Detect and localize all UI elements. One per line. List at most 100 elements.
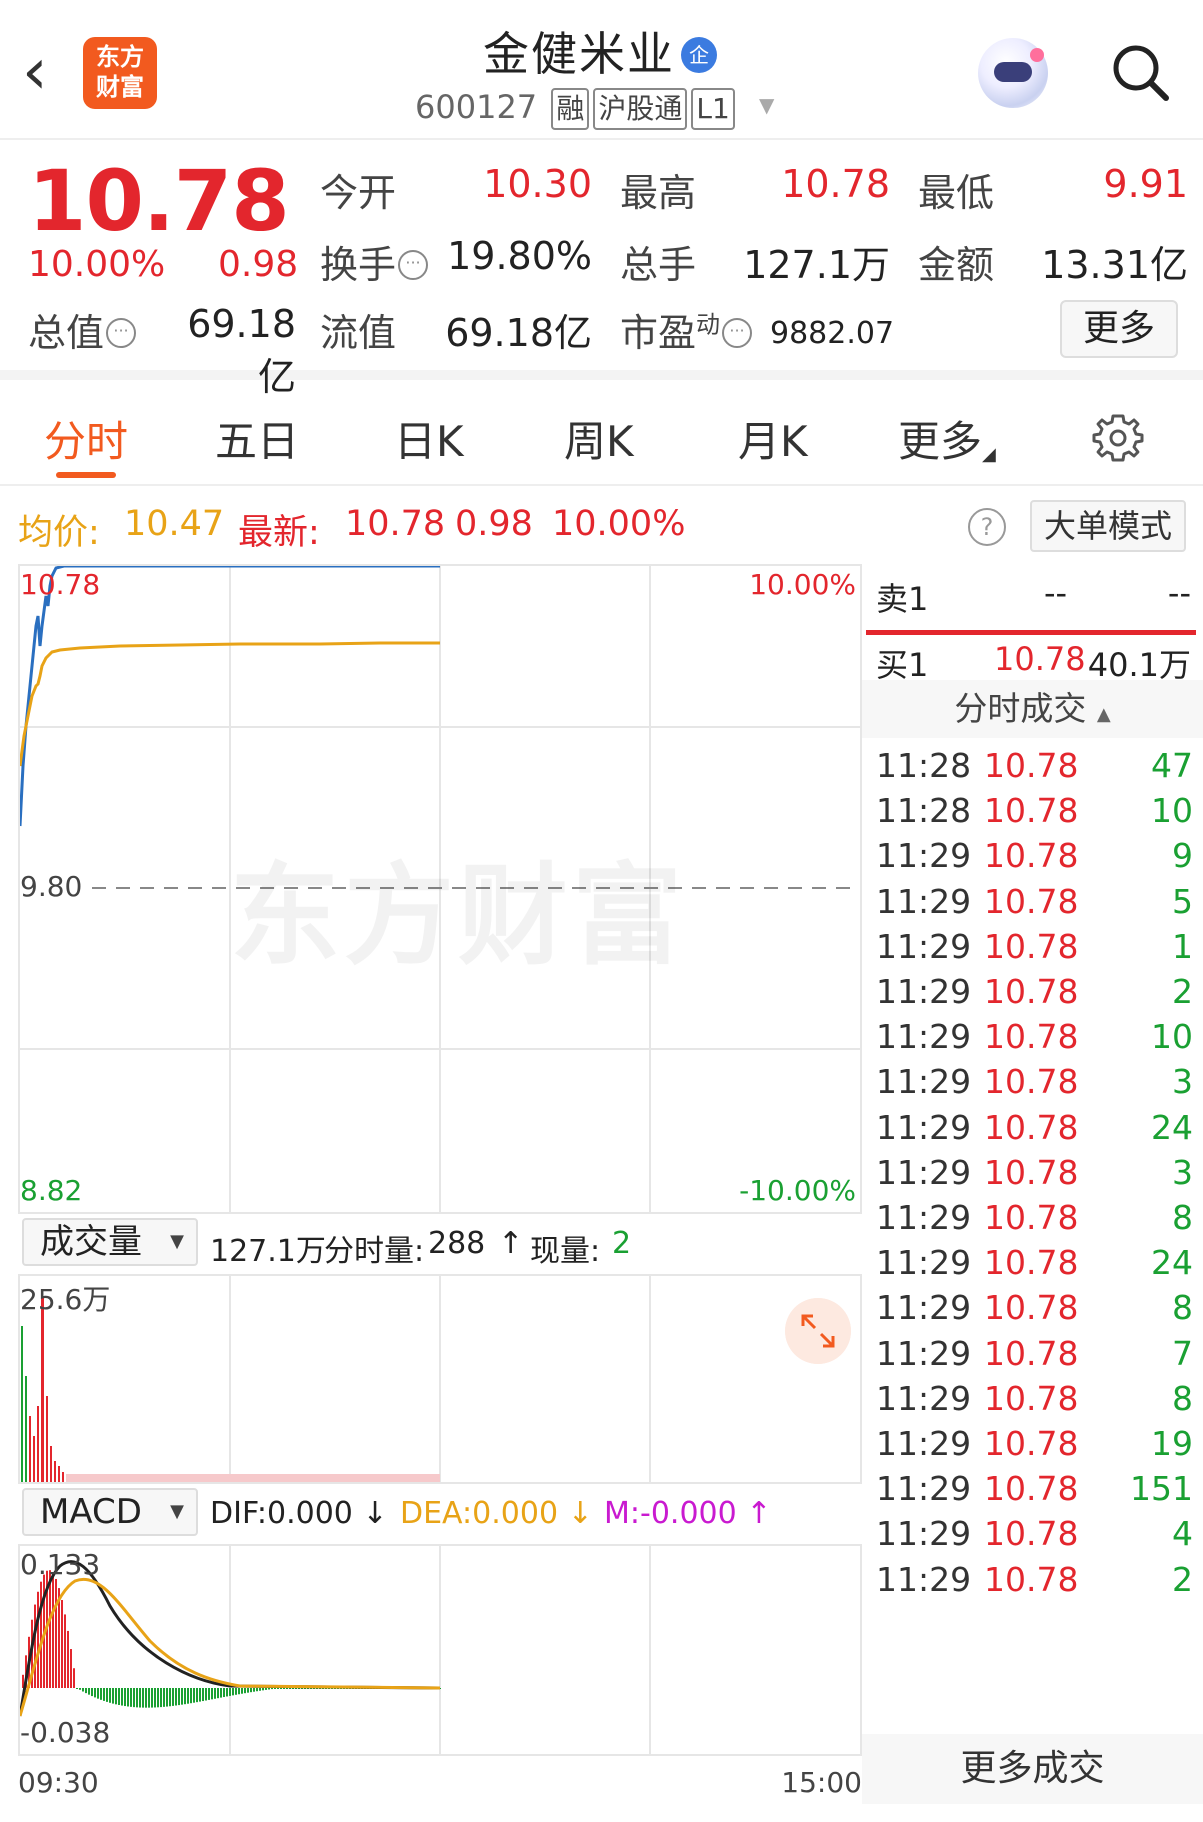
tab-more[interactable]: 更多◢ bbox=[898, 408, 996, 469]
macd-bar bbox=[157, 1688, 159, 1708]
trade-volume: 24 bbox=[1151, 1107, 1193, 1147]
indicator-select-volume[interactable]: 成交量 ▼ bbox=[22, 1218, 198, 1266]
caret-down-icon[interactable]: ▼ bbox=[759, 93, 774, 117]
low-value: 9.91 bbox=[1103, 162, 1188, 206]
more-trades-button[interactable]: 更多成交 bbox=[862, 1734, 1203, 1804]
macd-bar bbox=[103, 1688, 105, 1701]
info-icon[interactable]: ··· bbox=[722, 318, 753, 348]
trade-price: 10.78 bbox=[984, 1198, 1079, 1237]
macd-bar bbox=[127, 1688, 129, 1707]
trade-price: 10.78 bbox=[984, 881, 1079, 921]
avg-value: 10.47 bbox=[124, 504, 225, 544]
macd-bar bbox=[175, 1688, 177, 1706]
change-amount: 0.98 bbox=[218, 244, 299, 285]
big-order-mode-button[interactable]: 大单模式 bbox=[1030, 500, 1186, 552]
ask-1-label: 卖1 bbox=[876, 580, 929, 618]
turnover-label[interactable]: 换手 ··· bbox=[320, 234, 429, 289]
trade-time: 11:28 bbox=[876, 746, 972, 785]
macd-chart[interactable]: 0.133 -0.038 bbox=[18, 1544, 862, 1756]
trade-row: 11:29 10.78 9 bbox=[862, 836, 1203, 888]
macd-bar bbox=[40, 1581, 42, 1688]
volume-total: 127.1万 bbox=[210, 1234, 326, 1269]
time-end: 15:00 bbox=[781, 1766, 862, 1799]
expand-icon[interactable] bbox=[785, 1298, 851, 1364]
macd-bar bbox=[88, 1688, 90, 1695]
more-button[interactable]: 更多 bbox=[1060, 300, 1178, 358]
bid-1-price: 10.78 bbox=[994, 640, 1086, 678]
trade-volume: 7 bbox=[1172, 1333, 1193, 1373]
tab-weekly-k[interactable]: 周K bbox=[564, 408, 634, 469]
trade-row: 11:29 10.78 19 bbox=[862, 1424, 1203, 1476]
macd-bar bbox=[181, 1688, 183, 1705]
latest-label: 最新: bbox=[238, 513, 320, 553]
macd-m: M:-0.000 ↑ bbox=[604, 1496, 772, 1531]
trade-row: 11:28 10.78 47 bbox=[862, 746, 1203, 798]
back-button[interactable]: ‹ bbox=[22, 40, 72, 104]
macd-bar bbox=[76, 1688, 78, 1689]
macd-bar bbox=[244, 1688, 246, 1694]
pct-axis-top-label: 10.00% bbox=[749, 568, 856, 601]
macd-bar bbox=[124, 1688, 126, 1707]
trade-time: 11:29 bbox=[876, 1288, 972, 1328]
trade-volume: 24 bbox=[1151, 1243, 1193, 1283]
trade-price: 10.78 bbox=[984, 1152, 1079, 1192]
title-group: 金健米业企 bbox=[340, 18, 860, 84]
logo-text-1: 东方 bbox=[96, 43, 144, 71]
trade-price: 10.78 bbox=[984, 1514, 1079, 1554]
trade-price: 10.78 bbox=[984, 1424, 1079, 1463]
macd-bar bbox=[199, 1688, 201, 1702]
info-icon[interactable]: ··· bbox=[398, 250, 429, 280]
stock-code-row[interactable]: 600127 融沪股通 L1 ▼ bbox=[415, 88, 774, 134]
macd-bar bbox=[190, 1688, 192, 1704]
macd-bar bbox=[118, 1688, 120, 1705]
macd-bar bbox=[109, 1688, 111, 1703]
tab-monthly-k[interactable]: 月K bbox=[738, 408, 808, 469]
latest-change: 0.98 bbox=[455, 504, 533, 544]
volume-chart[interactable]: 25.6万 bbox=[18, 1274, 862, 1484]
trade-volume: 5 bbox=[1172, 881, 1193, 921]
trade-time: 11:29 bbox=[876, 1559, 972, 1599]
macd-dea: DEA:0.000 ↓ bbox=[400, 1496, 593, 1531]
macd-bar bbox=[268, 1688, 270, 1690]
trades-header[interactable]: 分时成交 ▲ bbox=[862, 680, 1203, 738]
macd-bar bbox=[67, 1630, 69, 1688]
open-label: 今开 bbox=[320, 171, 397, 215]
search-icon[interactable] bbox=[1108, 40, 1172, 104]
tab-five-day[interactable]: 五日 bbox=[215, 408, 299, 469]
trade-row: 11:29 10.78 3 bbox=[862, 1062, 1203, 1114]
ask-1-row: 卖1 -- -- bbox=[862, 574, 1203, 626]
eastmoney-logo[interactable]: 东方 财富 bbox=[83, 37, 157, 109]
trade-volume: 8 bbox=[1172, 1378, 1193, 1418]
trade-volume: 19 bbox=[1151, 1424, 1193, 1463]
settings-gear-icon[interactable] bbox=[1090, 410, 1146, 466]
trade-volume: 1 bbox=[1172, 926, 1193, 966]
tab-intraday[interactable]: 分时 bbox=[44, 408, 128, 469]
trade-price: 10.78 bbox=[984, 746, 1079, 785]
info-icon[interactable]: ··· bbox=[106, 318, 137, 348]
macd-bar bbox=[145, 1688, 147, 1708]
tab-daily-k[interactable]: 日K bbox=[394, 408, 464, 469]
macd-bar bbox=[223, 1688, 225, 1698]
macd-bar bbox=[271, 1688, 273, 1690]
indicator-select-macd[interactable]: MACD ▼ bbox=[22, 1488, 198, 1536]
macd-bar bbox=[187, 1688, 189, 1704]
macd-bar bbox=[274, 1688, 276, 1689]
help-icon[interactable]: ? bbox=[968, 508, 1006, 546]
assistant-robot-icon[interactable] bbox=[978, 38, 1048, 108]
macd-bar bbox=[259, 1688, 261, 1691]
trade-time: 11:29 bbox=[876, 926, 972, 966]
trade-time: 11:29 bbox=[876, 1469, 972, 1509]
trade-price: 10.78 bbox=[984, 1378, 1079, 1418]
change-percent: 10.00% bbox=[28, 244, 166, 285]
macd-bar bbox=[178, 1688, 180, 1706]
pe-label[interactable]: 市盈动 ··· bbox=[620, 302, 753, 357]
macd-bar bbox=[136, 1688, 138, 1708]
intraday-chart[interactable]: 东方财富 10.78 9.80 8.82 10.00% -10.00% bbox=[18, 564, 862, 1214]
current-volume-value: 2 bbox=[612, 1226, 632, 1261]
trade-price: 10.78 bbox=[984, 1288, 1079, 1328]
volume-y-top-label: 25.6万 bbox=[20, 1283, 111, 1316]
trade-volume: 2 bbox=[1172, 1559, 1193, 1599]
mktcap-label[interactable]: 总值 ··· bbox=[28, 302, 137, 357]
enterprise-badge: 企 bbox=[681, 37, 717, 73]
trade-time: 11:29 bbox=[876, 836, 972, 876]
